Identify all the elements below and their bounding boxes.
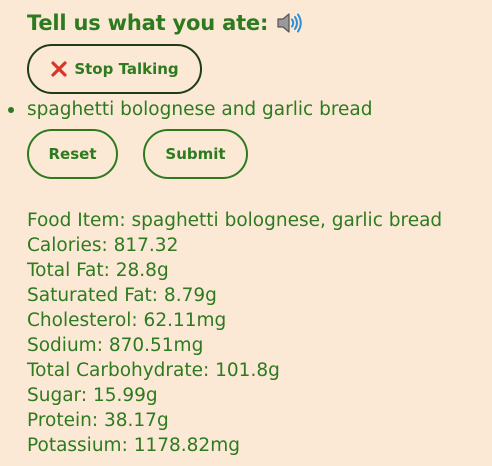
nutrition-value: 15.99g — [92, 385, 158, 406]
stop-talking-label: Stop Talking — [74, 60, 179, 78]
stop-talking-button[interactable]: Stop Talking — [27, 44, 202, 94]
nutrition-value: spaghetti bolognese, garlic bread — [131, 210, 443, 231]
nutrition-value: 62.11mg — [143, 310, 227, 331]
speaker-icon[interactable] — [276, 11, 304, 35]
bullet-icon — [8, 106, 14, 113]
nutrition-row-sugar: Sugar: 15.99g — [27, 385, 158, 406]
nutrition-label: Total Fat — [27, 260, 104, 281]
nutrition-label: Total Carbohydrate — [27, 360, 204, 381]
transcript-text: spaghetti bolognese and garlic bread — [27, 99, 373, 120]
nutrition-facts: Food Item: spaghetti bolognese, garlic b… — [27, 208, 442, 458]
nutrition-label: Food Item — [27, 210, 120, 231]
nutrition-value: 817.32 — [113, 235, 179, 256]
nutrition-label: Cholesterol — [27, 310, 132, 331]
nutrition-label: Saturated Fat — [27, 285, 152, 306]
page-title: Tell us what you ate: — [27, 11, 269, 35]
nutrition-row-saturated-fat: Saturated Fat: 8.79g — [27, 285, 217, 306]
close-x-icon — [50, 60, 68, 78]
submit-button[interactable]: Submit — [143, 129, 248, 179]
nutrition-row-calories: Calories: 817.32 — [27, 235, 179, 256]
nutrition-label: Sodium — [27, 335, 97, 356]
nutrition-row-total-fat: Total Fat: 28.8g — [27, 260, 169, 281]
nutrition-row-potassium: Potassium: 1178.82mg — [27, 435, 240, 456]
nutrition-label: Calories — [27, 235, 102, 256]
nutrition-label: Protein — [27, 410, 92, 431]
nutrition-row-total-carbohydrate: Total Carbohydrate: 101.8g — [27, 360, 280, 381]
nutrition-label: Potassium — [27, 435, 122, 456]
nutrition-value: 1178.82mg — [133, 435, 240, 456]
nutrition-value: 28.8g — [115, 260, 169, 281]
nutrition-row-protein: Protein: 38.17g — [27, 410, 169, 431]
nutrition-value: 101.8g — [215, 360, 280, 381]
header: Tell us what you ate: — [27, 9, 304, 37]
nutrition-row-cholesterol: Cholesterol: 62.11mg — [27, 310, 227, 331]
nutrition-value: 38.17g — [103, 410, 169, 431]
reset-button[interactable]: Reset — [27, 129, 118, 179]
nutrition-value: 8.79g — [163, 285, 217, 306]
nutrition-label: Sugar — [27, 385, 81, 406]
nutrition-row-food-item: Food Item: spaghetti bolognese, garlic b… — [27, 210, 443, 231]
transcript-list-item: spaghetti bolognese and garlic bread — [8, 99, 372, 120]
nutrition-value: 870.51mg — [108, 335, 204, 356]
nutrition-row-sodium: Sodium: 870.51mg — [27, 335, 204, 356]
